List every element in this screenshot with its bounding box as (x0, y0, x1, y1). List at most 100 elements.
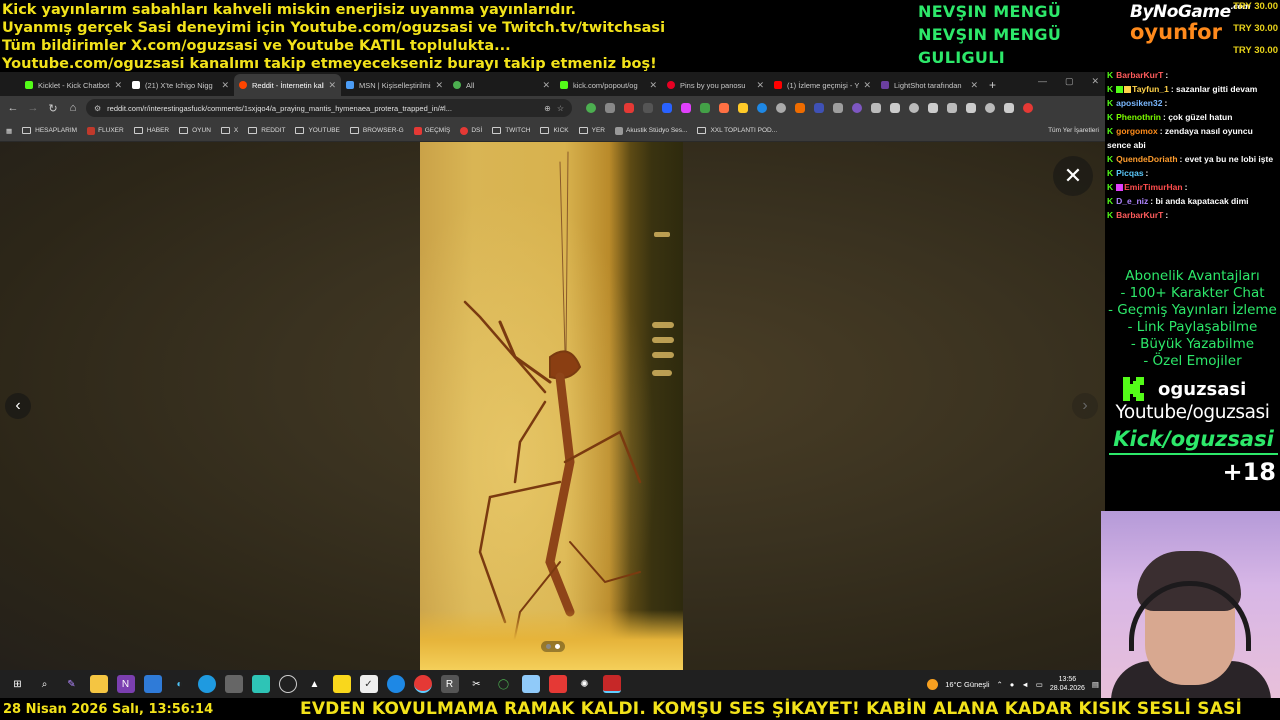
app-icon[interactable]: ✓ (359, 675, 378, 693)
chrome-icon[interactable] (413, 675, 432, 693)
extension-icon[interactable] (624, 103, 634, 113)
browser-tab[interactable]: Pins by you panosu ✕ (662, 74, 769, 96)
bookmark-star-icon[interactable]: ☆ (557, 104, 564, 113)
bookmark-folder[interactable]: KICK (540, 127, 569, 134)
extension-icon[interactable] (852, 103, 862, 113)
tray-chevron-icon[interactable]: ⌃ (997, 680, 1003, 689)
forward-icon[interactable]: → (26, 102, 40, 114)
close-window-icon[interactable]: ✕ (1091, 76, 1099, 87)
extension-icon[interactable] (719, 103, 729, 113)
app-icon[interactable] (251, 675, 270, 693)
edge-icon[interactable] (197, 675, 216, 693)
browser-tab[interactable]: All ✕ (448, 74, 555, 96)
url-text[interactable]: reddit.com/r/interestingasfuck/comments/… (107, 104, 538, 113)
extension-icon[interactable] (605, 103, 615, 113)
browser-tab[interactable]: MSN | Kişiselleştirilmiş ✕ (341, 74, 448, 96)
sticky-notes-icon[interactable] (332, 675, 351, 693)
tab-close-icon[interactable]: ✕ (756, 80, 764, 91)
microphone-icon[interactable]: ● (1010, 680, 1015, 689)
chat-username[interactable]: Picqas (1116, 168, 1143, 178)
app-icon[interactable] (521, 675, 540, 693)
app-icon[interactable]: ✂ (468, 675, 486, 693)
app-icon[interactable]: ◐ (171, 675, 189, 693)
obs-icon[interactable] (278, 675, 297, 693)
chat-username[interactable]: BarbarKurT (1116, 210, 1163, 220)
browser-tab[interactable]: (1) İzleme geçmişi - Y ✕ (769, 74, 876, 96)
chat-username[interactable]: D_e_niz (1116, 196, 1148, 206)
volume-icon[interactable]: ◄ (1021, 680, 1028, 689)
slide-dot-active[interactable] (555, 644, 560, 649)
previous-image-button[interactable]: ‹ (5, 393, 31, 419)
tab-close-icon[interactable]: ✕ (863, 80, 871, 91)
extension-icon[interactable] (814, 103, 824, 113)
app-icon[interactable] (602, 675, 621, 693)
tab-close-icon[interactable]: ✕ (970, 80, 978, 91)
extension-icon[interactable] (662, 103, 672, 113)
app-icon[interactable] (143, 675, 162, 693)
chat-username[interactable]: EmirTimurHan (1124, 182, 1182, 192)
back-icon[interactable]: ← (6, 102, 20, 114)
slide-dot[interactable] (546, 644, 551, 649)
tab-close-icon[interactable]: ✕ (649, 80, 657, 91)
bookmark-folder[interactable]: YOUTUBE (295, 127, 340, 134)
tab-close-icon[interactable]: ✕ (328, 80, 336, 91)
close-lightbox-button[interactable]: ✕ (1053, 156, 1093, 196)
downloads-icon[interactable] (928, 103, 938, 113)
bookmark-item[interactable]: Akustik Stüdyo Ses... (615, 126, 687, 135)
file-explorer-icon[interactable] (89, 675, 108, 693)
extension-icon[interactable] (586, 103, 596, 113)
chat-username[interactable]: Tayfun_1 (1132, 84, 1169, 94)
tab-close-icon[interactable]: ✕ (435, 80, 443, 91)
browser-tab[interactable]: kick.com/popout/og ✕ (555, 74, 662, 96)
bookmark-folder[interactable]: XXL TOPLANTI POD... (697, 127, 777, 134)
pen-app-icon[interactable]: ✎ (63, 675, 81, 693)
new-tab-icon[interactable]: + (989, 74, 996, 96)
search-icon[interactable]: ⌕ (36, 675, 54, 693)
all-bookmarks-link[interactable]: Tüm Yer İşaretleri (1048, 127, 1099, 134)
tab-close-icon[interactable]: ✕ (114, 80, 122, 91)
settings-icon[interactable] (985, 103, 995, 113)
maximize-icon[interactable]: ▢ (1065, 76, 1074, 87)
menu-icon[interactable] (1004, 103, 1014, 113)
bookmark-item[interactable]: FLUXER (87, 126, 124, 135)
tab-close-icon[interactable]: ✕ (542, 80, 550, 91)
extension-icon[interactable] (757, 103, 767, 113)
bookmark-folder[interactable]: TWITCH (492, 127, 530, 134)
zoom-icon[interactable]: ⊕ (544, 104, 551, 113)
bookmark-item[interactable]: GEÇMİŞ (413, 126, 450, 135)
screenshot-icon[interactable] (966, 103, 976, 113)
extension-icon[interactable] (700, 103, 710, 113)
app-icon[interactable]: ▲ (306, 675, 324, 693)
chat-username[interactable]: QuendeDoriath (1116, 154, 1177, 164)
next-image-button[interactable]: › (1072, 393, 1098, 419)
bookmark-item[interactable]: DSİ (460, 126, 482, 135)
site-info-icon[interactable]: ⚙ (94, 104, 101, 113)
address-bar[interactable]: ⚙ reddit.com/r/interestingasfuck/comment… (86, 99, 572, 117)
camera-icon[interactable] (224, 675, 243, 693)
notification-icon[interactable]: ▤ (1092, 680, 1099, 689)
tab-close-icon[interactable]: ✕ (221, 80, 229, 91)
app-icon[interactable] (386, 675, 405, 693)
onenote-icon[interactable]: N (116, 675, 135, 693)
delete-icon[interactable] (947, 103, 957, 113)
extension-icon[interactable] (776, 103, 786, 113)
weather-text[interactable]: 16°C Güneşli (945, 680, 989, 689)
bookmark-folder[interactable]: HESAPLARIM (22, 127, 77, 134)
network-icon[interactable]: ▭ (1036, 680, 1043, 689)
extension-icon[interactable] (738, 103, 748, 113)
browser-tab[interactable]: LightShot tarafından ✕ (876, 74, 983, 96)
extension-icon[interactable] (795, 103, 805, 113)
taskbar-clock[interactable]: 13:56 28.04.2026 (1050, 675, 1085, 693)
reload-icon[interactable]: ↻ (46, 102, 60, 115)
bookmark-folder[interactable]: HABER (133, 127, 169, 134)
chat-username[interactable]: aposiken32 (1116, 98, 1162, 108)
bookmark-folder[interactable]: OYUN (179, 127, 211, 134)
vivaldi-icon[interactable] (548, 675, 567, 693)
chat-username[interactable]: Phenothrin (1116, 112, 1161, 122)
extension-icon[interactable] (833, 103, 843, 113)
minimize-icon[interactable]: — (1038, 76, 1047, 87)
app-icon[interactable]: ◯ (495, 675, 513, 693)
browser-tab-active[interactable]: Reddit - İnternetin kalbi ✕ (234, 74, 341, 96)
bookmark-folder[interactable]: REDDIT (248, 127, 285, 134)
bookmark-folder[interactable]: YER (578, 127, 605, 134)
